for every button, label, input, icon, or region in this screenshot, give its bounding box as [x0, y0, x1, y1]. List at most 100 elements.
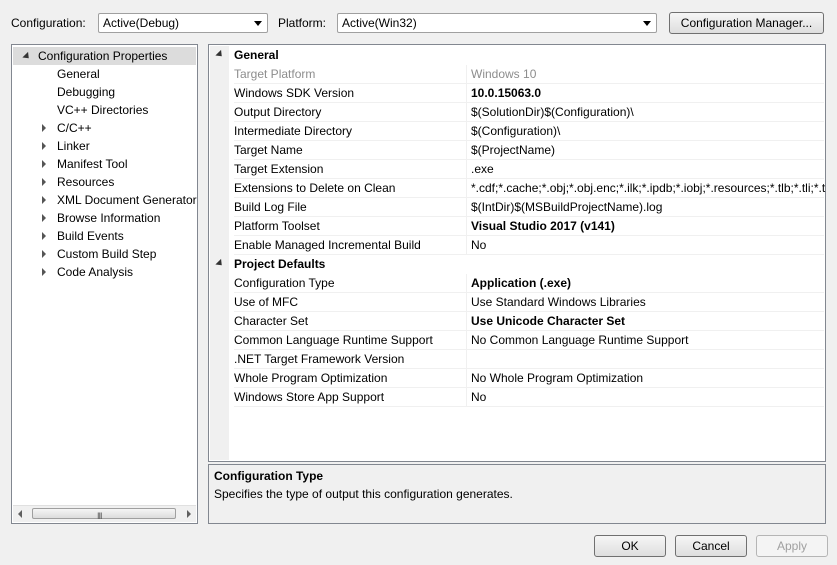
scroll-right-arrow-icon[interactable] — [187, 510, 191, 518]
column-divider — [466, 65, 467, 84]
collapsed-triangle-icon[interactable] — [42, 160, 46, 168]
tree-item-c-c[interactable]: C/C++ — [13, 119, 196, 137]
property-name: Enable Managed Incremental Build — [234, 238, 421, 252]
column-divider — [466, 122, 467, 141]
tree-item-xml-document-generator[interactable]: XML Document Generator — [13, 191, 197, 209]
category-label: Project Defaults — [234, 257, 326, 271]
collapsed-triangle-icon[interactable] — [42, 232, 46, 240]
property-row[interactable]: Target Extension .exe — [210, 160, 824, 179]
tree-item-general[interactable]: General — [13, 65, 196, 83]
property-row[interactable]: Build Log File $(IntDir)$(MSBuildProjectN… — [210, 198, 824, 217]
property-value[interactable]: $(Configuration)\ — [471, 122, 826, 141]
property-name: Output Directory — [234, 105, 322, 119]
property-name: Windows SDK Version — [234, 86, 355, 100]
property-value[interactable]: .exe — [471, 160, 826, 179]
property-row[interactable]: Intermediate Directory $(Configuration)\ — [210, 122, 824, 141]
property-value[interactable]: Use Standard Windows Libraries — [471, 293, 826, 312]
property-row[interactable]: Target Name $(ProjectName) — [210, 141, 824, 160]
collapsed-triangle-icon[interactable] — [42, 142, 46, 150]
platform-select[interactable]: Active(Win32) — [337, 13, 657, 33]
property-name: Configuration Type — [234, 276, 335, 290]
row-divider — [234, 406, 824, 407]
configuration-select-value: Active(Debug) — [103, 16, 180, 30]
tree-item-label: C/C++ — [57, 121, 92, 135]
category-label: General — [234, 48, 279, 62]
column-divider — [466, 388, 467, 407]
scrollbar-thumb[interactable]: III — [32, 508, 176, 521]
property-value[interactable]: $(SolutionDir)$(Configuration)\ — [471, 103, 826, 122]
expanded-triangle-icon[interactable] — [215, 258, 225, 269]
property-row[interactable]: Windows SDK Version 10.0.15063.0 — [210, 84, 824, 103]
property-tree[interactable]: Configuration Properties General Debuggin… — [11, 44, 198, 524]
scroll-left-arrow-icon[interactable] — [18, 510, 22, 518]
property-row[interactable]: Character Set Use Unicode Character Set — [210, 312, 824, 331]
property-value[interactable]: Application (.exe) — [471, 274, 826, 293]
property-row[interactable]: Whole Program Optimization No Whole Progr… — [210, 369, 824, 388]
property-value[interactable]: No Common Language Runtime Support — [471, 331, 826, 350]
category-project-defaults[interactable]: Project Defaults — [210, 255, 824, 274]
collapsed-triangle-icon[interactable] — [42, 214, 46, 222]
property-value[interactable]: No — [471, 236, 826, 255]
collapsed-triangle-icon[interactable] — [42, 268, 46, 276]
tree-item-build-events[interactable]: Build Events — [13, 227, 196, 245]
configuration-select[interactable]: Active(Debug) — [98, 13, 268, 33]
property-row[interactable]: Configuration Type Application (.exe) — [210, 274, 824, 293]
property-name: Intermediate Directory — [234, 124, 353, 138]
collapsed-triangle-icon[interactable] — [42, 250, 46, 258]
property-name: Character Set — [234, 314, 309, 328]
property-name: Use of MFC — [234, 295, 299, 309]
configuration-manager-button[interactable]: Configuration Manager... — [669, 12, 824, 34]
tree-item-browse-information[interactable]: Browse Information — [13, 209, 196, 227]
property-row[interactable]: Common Language Runtime Support No Common… — [210, 331, 824, 350]
ok-button[interactable]: OK — [594, 535, 666, 557]
collapsed-triangle-icon[interactable] — [42, 178, 46, 186]
expanded-triangle-icon[interactable] — [215, 49, 225, 60]
property-value[interactable]: Windows 10 — [471, 65, 826, 84]
property-value[interactable]: Use Unicode Character Set — [471, 312, 826, 331]
tree-item-label: Code Analysis — [57, 265, 134, 279]
description-text: Specifies the type of output this config… — [214, 487, 513, 501]
property-grid[interactable]: General Target Platform Windows 10 Windows … — [208, 44, 826, 462]
description-title: Configuration Type — [214, 469, 324, 483]
tree-item-configuration-properties[interactable]: Configuration Properties — [13, 47, 196, 65]
cancel-button[interactable]: Cancel — [675, 535, 747, 557]
tree-item-manifest-tool[interactable]: Manifest Tool — [13, 155, 196, 173]
tree-item-linker[interactable]: Linker — [13, 137, 196, 155]
property-row[interactable]: Platform Toolset Visual Studio 2017 (v141… — [210, 217, 824, 236]
column-divider — [466, 179, 467, 198]
property-value[interactable]: $(ProjectName) — [471, 141, 826, 160]
property-row[interactable]: Use of MFC Use Standard Windows Libraries — [210, 293, 824, 312]
property-row[interactable]: Extensions to Delete on Clean *.cdf;*.cac… — [210, 179, 826, 198]
chevron-down-icon — [254, 21, 262, 26]
chevron-down-icon — [643, 21, 651, 26]
category-general[interactable]: General — [210, 46, 824, 65]
tree-item-resources[interactable]: Resources — [13, 173, 196, 191]
property-row[interactable]: Output Directory $(SolutionDir)$(Configur… — [210, 103, 824, 122]
tree-item-vc-directories[interactable]: VC++ Directories — [13, 101, 196, 119]
tree-item-label: General — [57, 67, 100, 81]
property-value[interactable]: Visual Studio 2017 (v141) — [471, 217, 826, 236]
collapsed-triangle-icon[interactable] — [42, 124, 46, 132]
collapsed-triangle-icon[interactable] — [42, 196, 46, 204]
property-name: Target Platform — [234, 67, 316, 81]
property-row[interactable]: .NET Target Framework Version — [210, 350, 824, 369]
property-row[interactable]: Target Platform Windows 10 — [210, 65, 824, 84]
column-divider — [466, 236, 467, 255]
property-value[interactable]: No Whole Program Optimization — [471, 369, 826, 388]
tree-item-debugging[interactable]: Debugging — [13, 83, 196, 101]
property-name: Target Extension — [234, 162, 324, 176]
tree-horizontal-scrollbar[interactable]: III — [13, 505, 196, 522]
property-value[interactable]: *.cdf;*.cache;*.obj;*.obj.enc;*.ilk;*.ip… — [471, 179, 826, 198]
property-value[interactable]: $(IntDir)$(MSBuildProjectName).log — [471, 198, 826, 217]
property-value[interactable]: No — [471, 388, 826, 407]
tree-item-label: Linker — [57, 139, 90, 153]
property-value[interactable]: 10.0.15063.0 — [471, 84, 826, 103]
property-row[interactable]: Enable Managed Incremental Build No — [210, 236, 824, 255]
apply-button[interactable]: Apply — [756, 535, 828, 557]
tree-item-custom-build-step[interactable]: Custom Build Step — [13, 245, 196, 263]
property-row[interactable]: Windows Store App Support No — [210, 388, 824, 407]
tree-item-label: Custom Build Step — [57, 247, 157, 261]
expanded-triangle-icon[interactable] — [22, 51, 32, 62]
tree-item-label: Build Events — [57, 229, 124, 243]
tree-item-code-analysis[interactable]: Code Analysis — [13, 263, 196, 281]
